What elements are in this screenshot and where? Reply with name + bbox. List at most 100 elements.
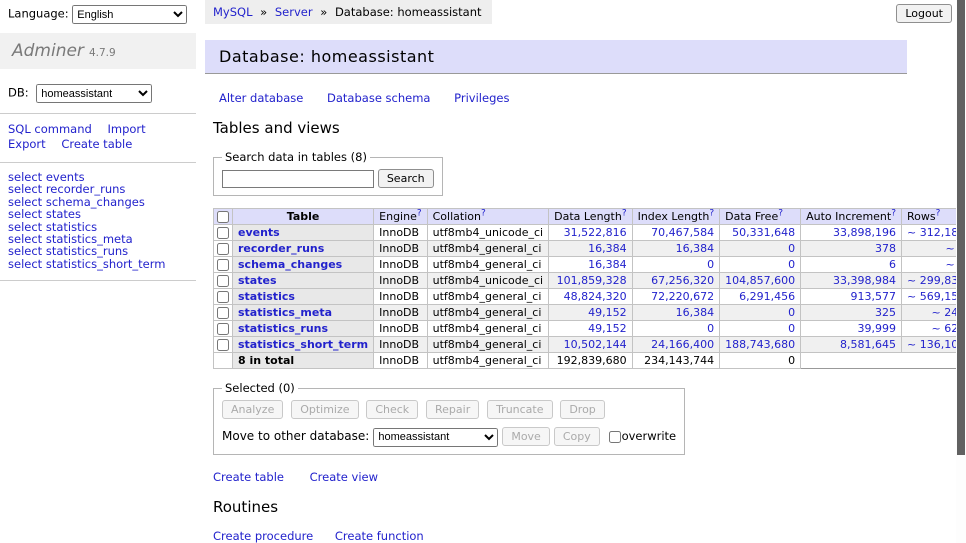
table-name-link[interactable]: statistics_short_term — [238, 338, 368, 351]
sidebar-select-table-link[interactable]: select statistics_runs — [8, 245, 196, 257]
index-length-link[interactable]: 67,256,320 — [651, 274, 714, 287]
header-collation: Collation? — [427, 209, 548, 225]
row-checkbox[interactable] — [217, 259, 229, 271]
select-all-checkbox[interactable] — [217, 211, 229, 223]
row-checkbox[interactable] — [217, 339, 229, 351]
table-name-link[interactable]: events — [238, 226, 280, 239]
sidebar-action-link[interactable]: SQL command — [8, 122, 92, 136]
sidebar-select-table-link[interactable]: select statistics_short_term — [8, 258, 196, 270]
data-free-link[interactable]: 0 — [788, 258, 795, 271]
search-button[interactable]: Search — [378, 169, 434, 188]
table-name-link[interactable]: statistics_meta — [238, 306, 332, 319]
auto-increment-link[interactable]: 378 — [875, 242, 896, 255]
table-name-link[interactable]: schema_changes — [238, 258, 342, 271]
auto-increment-help-icon[interactable]: ? — [891, 208, 896, 218]
sidebar-action-link[interactable]: Export — [8, 137, 46, 151]
data-free-link[interactable]: 104,857,600 — [725, 274, 795, 287]
selected-action-button[interactable]: Check — [366, 400, 418, 419]
data-length-link[interactable]: 48,824,320 — [564, 290, 627, 303]
table-name-link[interactable]: states — [238, 274, 277, 287]
sidebar-select-table-link[interactable]: select states — [8, 208, 196, 220]
database-nav-link[interactable]: Database schema — [327, 91, 430, 105]
data-length-link[interactable]: 10,502,144 — [564, 338, 627, 351]
move-button[interactable]: Move — [502, 427, 550, 446]
auto-increment-link[interactable]: 39,999 — [858, 322, 897, 335]
engine-cell: InnoDB — [374, 305, 427, 321]
data-length-link[interactable]: 16,384 — [588, 258, 627, 271]
data-length-cell: 48,824,320 — [549, 289, 632, 305]
index-length-help-icon[interactable]: ? — [709, 208, 714, 218]
create-link[interactable]: Create view — [310, 470, 378, 484]
routine-create-link[interactable]: Create function — [335, 529, 424, 543]
table-header-row: Table Engine? Collation? Data Length? In… — [214, 209, 966, 225]
data-free-link[interactable]: 0 — [788, 242, 795, 255]
index-length-link[interactable]: 72,220,672 — [651, 290, 714, 303]
row-checkbox[interactable] — [217, 323, 229, 335]
sidebar-action-link[interactable]: Create table — [61, 137, 132, 151]
move-db-select[interactable]: homeassistant — [373, 428, 498, 447]
row-checkbox[interactable] — [217, 307, 229, 319]
index-length-link[interactable]: 16,384 — [676, 306, 715, 319]
database-nav-link[interactable]: Alter database — [219, 91, 303, 105]
data-length-help-icon[interactable]: ? — [622, 208, 627, 218]
header-table: Table — [233, 209, 374, 225]
data-length-link[interactable]: 16,384 — [588, 242, 627, 255]
search-input[interactable] — [222, 170, 374, 188]
create-link[interactable]: Create table — [213, 470, 284, 484]
collation-cell: utf8mb4_general_ci — [427, 257, 548, 273]
data-length-link[interactable]: 31,522,816 — [564, 226, 627, 239]
rows-help-icon[interactable]: ? — [936, 208, 941, 218]
data-free-link[interactable]: 6,291,456 — [739, 290, 795, 303]
main-content: MySQL » Server » Database: homeassistant… — [205, 0, 907, 543]
selected-action-button[interactable]: Optimize — [291, 400, 358, 419]
data-free-link[interactable]: 0 — [788, 322, 795, 335]
index-length-link[interactable]: 0 — [707, 322, 714, 335]
adminer-version-link[interactable]: 4.7.9 — [89, 47, 116, 59]
data-free-link[interactable]: 50,331,648 — [732, 226, 795, 239]
data-free-link[interactable]: 188,743,680 — [725, 338, 795, 351]
index-length-link[interactable]: 0 — [707, 258, 714, 271]
selected-action-button[interactable]: Repair — [426, 400, 479, 419]
copy-button[interactable]: Copy — [554, 427, 600, 446]
data-length-link[interactable]: 49,152 — [588, 322, 627, 335]
engine-help-icon[interactable]: ? — [417, 208, 422, 218]
sidebar-select-table-link[interactable]: select recorder_runs — [8, 183, 196, 195]
auto-increment-link[interactable]: 6 — [889, 258, 896, 271]
overwrite-checkbox[interactable] — [609, 431, 621, 443]
database-nav-link[interactable]: Privileges — [454, 91, 509, 105]
data-length-link[interactable]: 101,859,328 — [557, 274, 627, 287]
breadcrumb-mysql-link[interactable]: MySQL — [213, 5, 253, 19]
selected-action-button[interactable]: Truncate — [487, 400, 552, 419]
index-length-link[interactable]: 16,384 — [676, 242, 715, 255]
data-length-link[interactable]: 49,152 — [588, 306, 627, 319]
index-length-link[interactable]: 70,467,584 — [651, 226, 714, 239]
table-total-row: 8 in total InnoDB utf8mb4_general_ci 192… — [214, 353, 966, 369]
breadcrumb-server-link[interactable]: Server — [275, 5, 313, 19]
db-select[interactable]: homeassistant — [36, 84, 152, 103]
data-length-cell: 101,859,328 — [549, 273, 632, 289]
row-checkbox[interactable] — [217, 275, 229, 287]
row-checkbox[interactable] — [217, 243, 229, 255]
selected-action-button[interactable]: Analyze — [222, 400, 283, 419]
auto-increment-link[interactable]: 33,898,196 — [833, 226, 896, 239]
auto-increment-link[interactable]: 913,577 — [851, 290, 897, 303]
table-name-link[interactable]: recorder_runs — [238, 242, 324, 255]
data-free-help-icon[interactable]: ? — [778, 208, 783, 218]
row-checkbox[interactable] — [217, 227, 229, 239]
auto-increment-link[interactable]: 8,581,645 — [840, 338, 896, 351]
sidebar-action-link[interactable]: Import — [107, 122, 145, 136]
table-name-cell: statistics_runs — [233, 321, 374, 337]
scrollbar-thumb[interactable] — [957, 0, 965, 455]
selected-action-button[interactable]: Drop — [560, 400, 604, 419]
table-name-link[interactable]: statistics_runs — [238, 322, 328, 335]
collation-help-icon[interactable]: ? — [481, 208, 486, 218]
auto-increment-link[interactable]: 33,398,984 — [833, 274, 896, 287]
auto-increment-link[interactable]: 325 — [875, 306, 896, 319]
tables-and-views-heading: Tables and views — [213, 119, 907, 137]
index-length-link[interactable]: 24,166,400 — [651, 338, 714, 351]
routine-create-link[interactable]: Create procedure — [213, 529, 313, 543]
table-name-link[interactable]: statistics — [238, 290, 295, 303]
header-data-length: Data Length? — [549, 209, 632, 225]
data-free-link[interactable]: 0 — [788, 306, 795, 319]
row-checkbox[interactable] — [217, 291, 229, 303]
